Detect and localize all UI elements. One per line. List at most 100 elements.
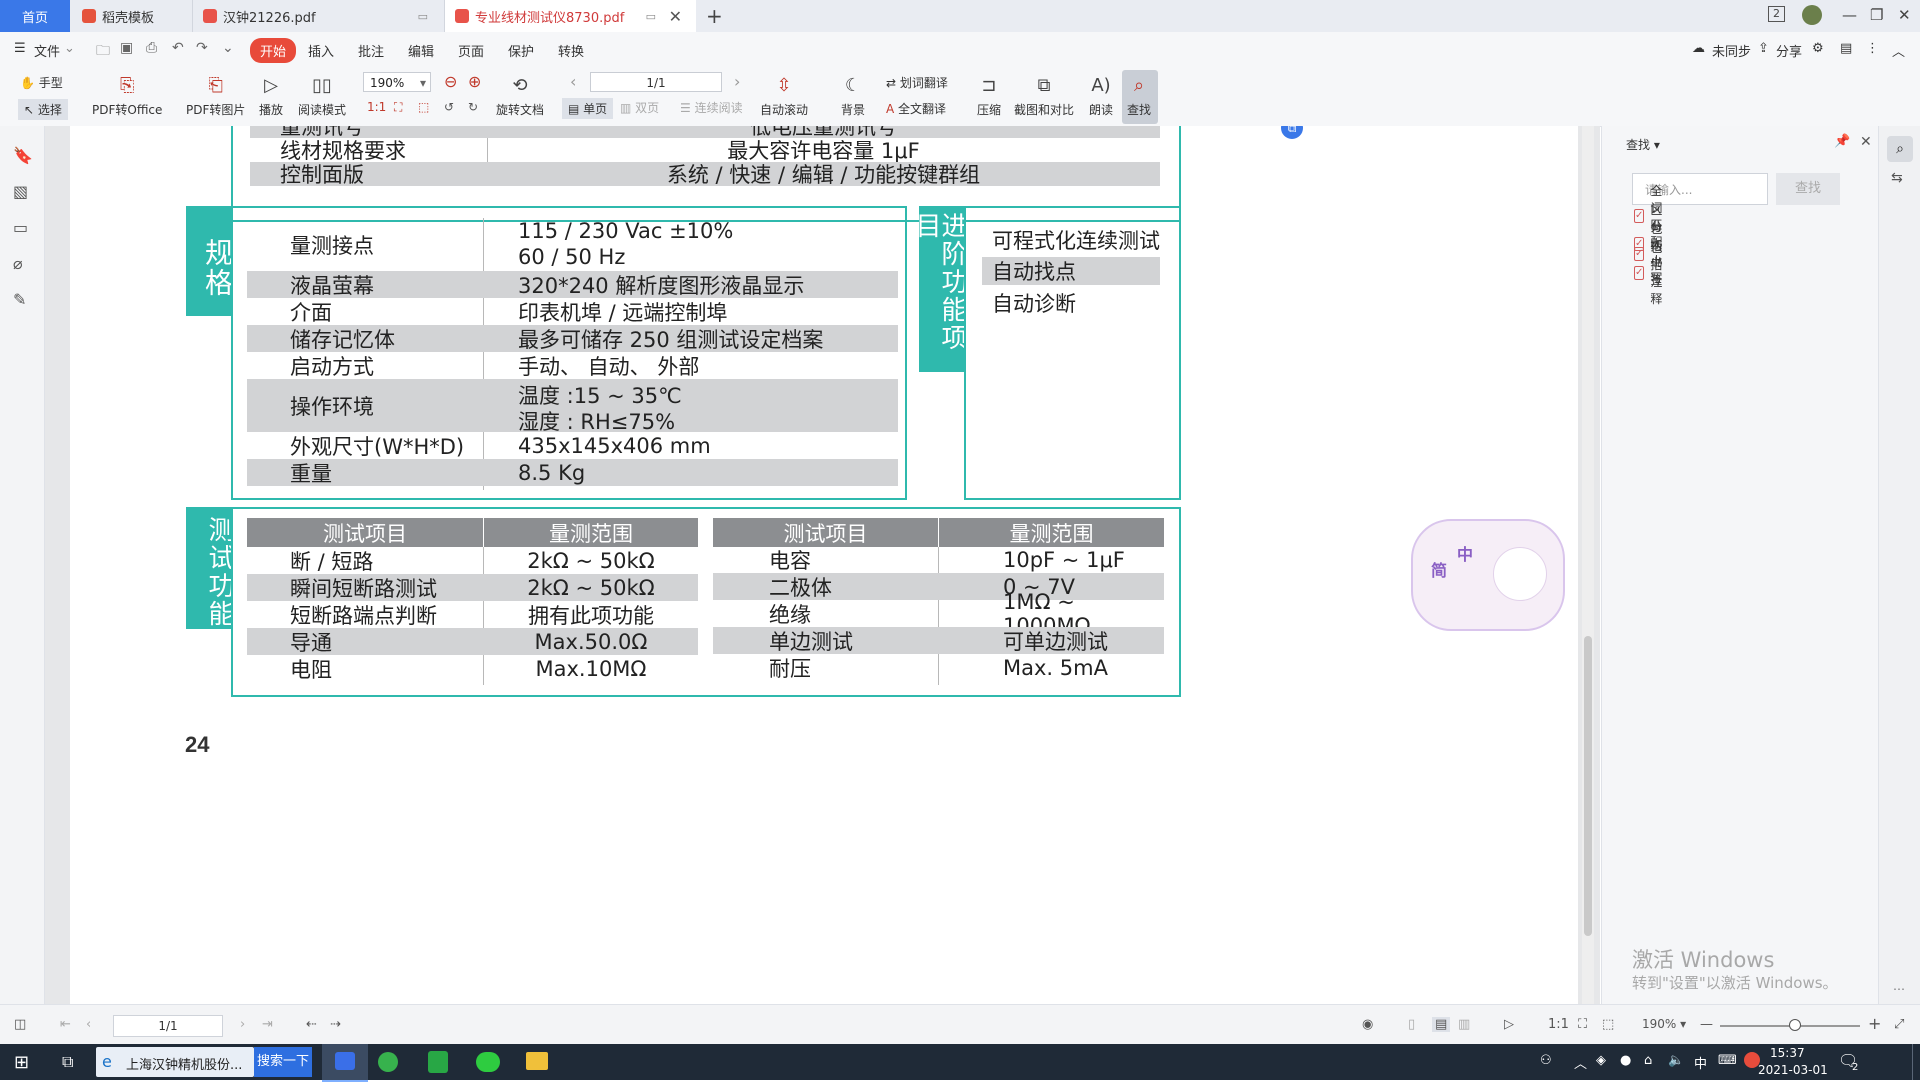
- menu-annotate[interactable]: 批注: [358, 41, 384, 60]
- eye-protection-icon[interactable]: ◉: [1362, 1017, 1373, 1032]
- search-rail-icon[interactable]: ⌕: [1887, 136, 1913, 162]
- avatar[interactable]: [1802, 5, 1822, 25]
- rotate-right-icon[interactable]: ↻: [468, 100, 478, 114]
- last-page-icon[interactable]: ⇥: [262, 1017, 273, 1032]
- replace-rail-icon[interactable]: ⇆: [1891, 170, 1903, 186]
- customize-chevron-icon[interactable]: ⌄: [222, 40, 234, 56]
- zoom-slider-handle[interactable]: [1789, 1019, 1801, 1031]
- zoom-select[interactable]: 190% ▾: [363, 72, 431, 92]
- close-window-icon[interactable]: ✕: [1898, 6, 1911, 24]
- pdf-app-icon[interactable]: [428, 1051, 448, 1073]
- find-button[interactable]: ⌕ 查找: [1126, 72, 1152, 118]
- cloud-sync-icon[interactable]: ☁: [1692, 41, 1705, 56]
- continuous-read-button[interactable]: ☰ 连续阅读: [680, 99, 743, 116]
- hamburger-icon[interactable]: ☰: [14, 41, 26, 56]
- tray-green-icon[interactable]: ●: [1620, 1053, 1631, 1068]
- more-icon[interactable]: ⋮: [1866, 41, 1879, 56]
- next-page-icon[interactable]: ›: [734, 72, 740, 91]
- full-translate-button[interactable]: A 全文翻译: [886, 100, 946, 117]
- task-view-icon[interactable]: ⧉: [62, 1052, 73, 1072]
- checkbox-checked-icon[interactable]: ✓: [1634, 266, 1645, 280]
- menu-file[interactable]: 文件: [34, 41, 60, 60]
- first-page-icon[interactable]: ⇤: [60, 1017, 71, 1032]
- tab-pdf-8730-active[interactable]: 专业线材测试仪8730.pdf ▭ ✕: [444, 0, 696, 32]
- network-icon[interactable]: ⌂: [1644, 1053, 1652, 1068]
- rotate-left-icon[interactable]: ↺: [444, 100, 454, 114]
- show-desktop-button[interactable]: [1912, 1044, 1920, 1080]
- forward-icon[interactable]: ⇢: [330, 1017, 341, 1032]
- wechat-icon[interactable]: [476, 1052, 500, 1072]
- zoom-in-icon[interactable]: ⊕: [468, 72, 481, 91]
- pin-icon[interactable]: 📌: [1834, 134, 1850, 149]
- find-submit-button[interactable]: 查找: [1776, 173, 1840, 205]
- fit-page-status-icon[interactable]: ⛶: [1578, 1017, 1587, 1032]
- status-zoom-select[interactable]: 190% ▾: [1642, 1017, 1686, 1031]
- actual-size-icon[interactable]: 1:1: [367, 100, 386, 114]
- back-icon[interactable]: ⇠: [306, 1017, 317, 1032]
- continuous-status-icon[interactable]: ▤: [1432, 1017, 1451, 1032]
- wps-taskbar-item[interactable]: [322, 1044, 368, 1082]
- tab-home[interactable]: 首页: [0, 0, 70, 32]
- tab-docer-templates[interactable]: 稻壳模板: [72, 0, 190, 32]
- find-panel-title[interactable]: 查找 ▾: [1626, 136, 1660, 153]
- single-page-button[interactable]: ▤ 单页: [562, 98, 614, 119]
- select-tool[interactable]: ↖ 选择: [18, 99, 68, 120]
- volume-muted-icon[interactable]: 🔈: [1668, 1053, 1684, 1068]
- next-page-icon[interactable]: ›: [240, 1017, 245, 1032]
- minimize-icon[interactable]: —: [1842, 6, 1857, 24]
- tray-app-icon[interactable]: ◈: [1596, 1053, 1606, 1068]
- bookmark-icon[interactable]: 🔖: [13, 146, 33, 165]
- collapse-ribbon-icon[interactable]: ︿: [1892, 41, 1905, 60]
- sidebar-toggle-icon[interactable]: ◫: [14, 1017, 26, 1032]
- menu-insert[interactable]: 插入: [308, 41, 334, 60]
- more-dots-icon[interactable]: ⋯: [1893, 982, 1905, 996]
- fit-width-status-icon[interactable]: ⬚: [1602, 1017, 1614, 1032]
- print-icon[interactable]: ⎙: [146, 40, 157, 56]
- tab-pdf-hanzhong[interactable]: 汉钟21226.pdf ▭: [192, 0, 442, 32]
- zoom-out-icon[interactable]: ⊖: [444, 72, 457, 91]
- fit-width-icon[interactable]: ⬚: [418, 100, 429, 114]
- rotate-document-button[interactable]: ⟲ 旋转文档: [496, 72, 544, 118]
- person-icon[interactable]: ⚇: [1540, 1053, 1552, 1068]
- zoom-in-status-icon[interactable]: +: [1868, 1014, 1881, 1033]
- close-tab-icon[interactable]: ✕: [669, 7, 682, 26]
- actual-size-status-icon[interactable]: 1:1: [1548, 1017, 1569, 1032]
- single-page-status-icon[interactable]: ▯: [1408, 1017, 1415, 1032]
- fullscreen-icon[interactable]: ⤢: [1894, 1017, 1904, 1032]
- menu-start[interactable]: 开始: [250, 38, 297, 63]
- read-mode-button[interactable]: ▯▯ 阅读模式: [298, 72, 346, 118]
- double-page-button[interactable]: ▥ 双页: [620, 99, 659, 116]
- clock-date[interactable]: 2021-03-01: [1758, 1063, 1828, 1077]
- sync-status[interactable]: 未同步: [1712, 41, 1751, 60]
- restore-icon[interactable]: ❐: [1870, 6, 1883, 24]
- vertical-scrollbar[interactable]: [1582, 126, 1594, 1004]
- signature-icon[interactable]: ✎: [13, 290, 26, 309]
- pdf-to-image-button[interactable]: ⎗ PDF转图片: [186, 72, 245, 118]
- prev-page-icon[interactable]: ‹: [570, 72, 576, 91]
- play-button[interactable]: ▷ 播放: [258, 72, 284, 118]
- file-explorer-icon[interactable]: [526, 1052, 548, 1070]
- share-button[interactable]: 分享: [1776, 41, 1802, 60]
- menu-page[interactable]: 页面: [458, 41, 484, 60]
- read-aloud-button[interactable]: A) 朗读: [1088, 72, 1114, 118]
- new-tab-plus-icon[interactable]: +: [706, 4, 723, 28]
- redo-icon[interactable]: ↷: [196, 40, 208, 56]
- screenshot-compare-button[interactable]: ⧉ 截图和对比: [1014, 72, 1074, 118]
- double-page-status-icon[interactable]: ▥: [1458, 1017, 1470, 1032]
- background-button[interactable]: ☾ 背景: [840, 72, 866, 118]
- thumbnail-icon[interactable]: ▧: [13, 182, 28, 201]
- menu-edit[interactable]: 编辑: [408, 41, 434, 60]
- status-page-input[interactable]: 1/1: [113, 1015, 223, 1037]
- scrollbar-thumb[interactable]: [1584, 636, 1592, 936]
- screen-icon[interactable]: ▭: [646, 10, 656, 23]
- compress-button[interactable]: ⊐ 压缩: [976, 72, 1002, 118]
- hand-tool[interactable]: ✋ 手型: [20, 74, 63, 91]
- find-option-checkbox[interactable]: ✓ 包括注释: [1634, 239, 1666, 307]
- window-count-badge[interactable]: 2: [1768, 6, 1785, 22]
- prev-page-icon[interactable]: ‹: [86, 1017, 91, 1032]
- settings-gear-icon[interactable]: ⚙: [1812, 41, 1824, 56]
- ime-sticker[interactable]: 中 简: [1411, 519, 1565, 631]
- word-translate-button[interactable]: ⇄ 划词翻译: [886, 74, 948, 91]
- share-icon[interactable]: ⇪: [1758, 41, 1769, 56]
- pdf-to-office-button[interactable]: ⎘ PDF转Office: [92, 72, 162, 118]
